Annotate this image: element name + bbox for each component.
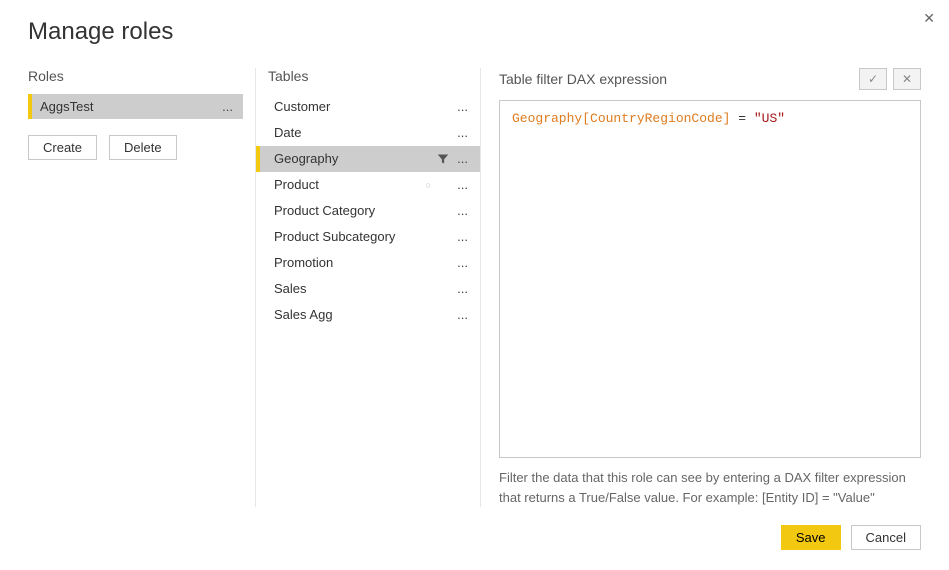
more-icon[interactable]: ... — [455, 202, 470, 220]
table-item-actions: ○... — [426, 176, 470, 194]
table-label: Product Subcategory — [274, 228, 395, 246]
roles-list: AggsTest ... — [28, 94, 243, 119]
table-item[interactable]: Product Category... — [256, 198, 480, 224]
table-label: Date — [274, 124, 301, 142]
expression-string-token: "US" — [754, 111, 785, 126]
create-button[interactable]: Create — [28, 135, 97, 160]
save-button[interactable]: Save — [781, 525, 841, 550]
table-item-actions: ... — [437, 150, 470, 168]
table-item-actions: ... — [455, 306, 470, 324]
table-item-actions: ... — [455, 124, 470, 142]
table-item[interactable]: Product ○... — [256, 172, 480, 198]
more-icon[interactable]: ... — [455, 228, 470, 246]
confirm-expression-button[interactable]: ✓ — [859, 68, 887, 90]
close-icon[interactable]: ✕ — [923, 10, 935, 27]
table-label: Customer — [274, 98, 330, 116]
expression-panel: Table filter DAX expression ✓ ✕ Geograph… — [481, 68, 921, 507]
table-item[interactable]: Sales Agg... — [256, 302, 480, 328]
table-label: Product Category — [274, 202, 375, 220]
table-label: Sales Agg — [274, 306, 333, 324]
table-item-actions: ... — [455, 228, 470, 246]
table-item-actions: ... — [455, 98, 470, 116]
role-label: AggsTest — [40, 99, 93, 114]
table-label: Geography — [274, 150, 338, 168]
roles-heading: Roles — [28, 68, 243, 84]
cancel-button[interactable]: Cancel — [851, 525, 921, 550]
table-item-actions: ... — [455, 202, 470, 220]
more-icon[interactable]: ... — [220, 99, 235, 114]
more-icon[interactable]: ... — [455, 124, 470, 142]
marker-icon: ○ — [426, 176, 431, 194]
table-item-actions: ... — [455, 280, 470, 298]
table-item[interactable]: Promotion... — [256, 250, 480, 276]
expression-column-token: Geography[CountryRegionCode] — [512, 111, 730, 126]
expression-operator-token: = — [730, 111, 753, 126]
dialog-footer: Save Cancel — [28, 525, 921, 550]
table-label: Product — [274, 176, 319, 194]
more-icon[interactable]: ... — [455, 280, 470, 298]
more-icon[interactable]: ... — [455, 254, 470, 272]
role-item[interactable]: AggsTest ... — [28, 94, 243, 119]
table-label: Promotion — [274, 254, 333, 272]
columns: Roles AggsTest ... Create Delete Tables … — [28, 68, 921, 507]
expression-heading: Table filter DAX expression — [499, 71, 667, 87]
tables-panel: Tables Customer...Date...Geography...Pro… — [256, 68, 481, 507]
roles-panel: Roles AggsTest ... Create Delete — [28, 68, 256, 507]
more-icon[interactable]: ... — [455, 176, 470, 194]
more-icon[interactable]: ... — [455, 98, 470, 116]
table-item[interactable]: Sales... — [256, 276, 480, 302]
filter-icon — [437, 153, 449, 165]
discard-expression-button[interactable]: ✕ — [893, 68, 921, 90]
tables-list: Customer...Date...Geography...Product○..… — [256, 94, 480, 328]
table-item[interactable]: Product Subcategory... — [256, 224, 480, 250]
dax-expression-input[interactable]: Geography[CountryRegionCode] = "US" — [499, 100, 921, 458]
table-item[interactable]: Geography... — [256, 146, 480, 172]
expression-help-text: Filter the data that this role can see b… — [499, 468, 921, 507]
table-item[interactable]: Date... — [256, 120, 480, 146]
manage-roles-dialog: ✕ Manage roles Roles AggsTest ... Create… — [0, 0, 949, 570]
more-icon[interactable]: ... — [455, 306, 470, 324]
expression-action-buttons: ✓ ✕ — [859, 68, 921, 90]
role-buttons: Create Delete — [28, 135, 243, 160]
table-label: Sales — [274, 280, 307, 298]
delete-button[interactable]: Delete — [109, 135, 177, 160]
table-item[interactable]: Customer... — [256, 94, 480, 120]
dialog-title: Manage roles — [28, 18, 921, 46]
more-icon[interactable]: ... — [455, 150, 470, 168]
table-item-actions: ... — [455, 254, 470, 272]
tables-heading: Tables — [268, 68, 468, 84]
